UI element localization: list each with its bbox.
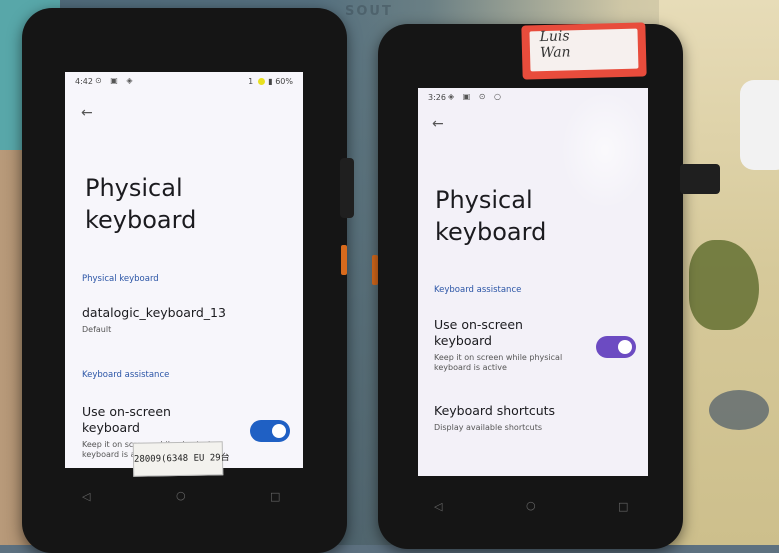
shortcuts-subtitle: Display available shortcuts	[434, 423, 543, 432]
orange-tab	[341, 245, 347, 275]
osk-title: Use on-screen keyboard	[82, 404, 171, 435]
section-keyboard-assistance: Keyboard assistance	[82, 370, 170, 380]
nav-home-icon[interactable]: ○	[176, 489, 186, 502]
status-right: 1 ▮ 60%	[248, 77, 293, 86]
page-title: Physical keyboard	[85, 174, 197, 234]
battery-level: 60%	[275, 77, 293, 86]
status-indicator: 1	[248, 77, 254, 86]
asset-sticker: 28009(6348 EU 29台	[132, 441, 230, 477]
mat-text: SOUT	[345, 4, 393, 19]
nav-home-icon[interactable]: ○	[526, 499, 536, 512]
screen-glare	[560, 90, 650, 210]
nav-back-icon[interactable]: ◁	[82, 490, 90, 503]
status-icons: ◈ ▣ ⊙ ○	[448, 92, 505, 101]
osk-toggle[interactable]	[250, 420, 290, 442]
status-time: 3:26	[428, 93, 446, 102]
status-bar: 4:42 ⊙ ▣ ◈ 1 ▮ 60%	[65, 72, 303, 90]
name-tag-line1: Luis	[539, 28, 570, 46]
back-arrow-icon[interactable]: ←	[81, 105, 93, 121]
nav-recents-icon[interactable]: □	[270, 490, 280, 503]
shortcuts-title: Keyboard shortcuts	[434, 403, 556, 418]
section-physical-keyboard: Physical keyboard	[82, 274, 159, 284]
section-keyboard-assistance: Keyboard assistance	[434, 285, 522, 295]
keyboard-name: datalogic_keyboard_13	[82, 305, 226, 320]
osk-toggle[interactable]	[596, 336, 636, 358]
side-button	[680, 164, 720, 194]
side-button	[340, 158, 354, 218]
status-icons: ⊙ ▣ ◈	[95, 76, 136, 85]
toggle-knob	[272, 424, 286, 438]
white-object	[740, 80, 779, 170]
back-arrow-icon[interactable]: ←	[432, 116, 444, 132]
toggle-knob	[618, 340, 632, 354]
osk-subtitle: Keep it on screen while physical keyboar…	[434, 353, 563, 372]
nav-back-icon[interactable]: ◁	[434, 500, 442, 513]
keyboard-layout: Default	[82, 325, 112, 334]
osk-title: Use on-screen keyboard	[434, 317, 523, 348]
nav-recents-icon[interactable]: □	[618, 500, 628, 513]
status-time: 4:42	[75, 77, 93, 86]
name-tag-line2: Wan	[539, 44, 571, 62]
name-tag: Luis Wan	[521, 22, 647, 80]
yellow-dot-icon	[258, 78, 266, 85]
left-screen: 4:42 ⊙ ▣ ◈ 1 ▮ 60% ← Physical keyboard P…	[65, 72, 303, 468]
